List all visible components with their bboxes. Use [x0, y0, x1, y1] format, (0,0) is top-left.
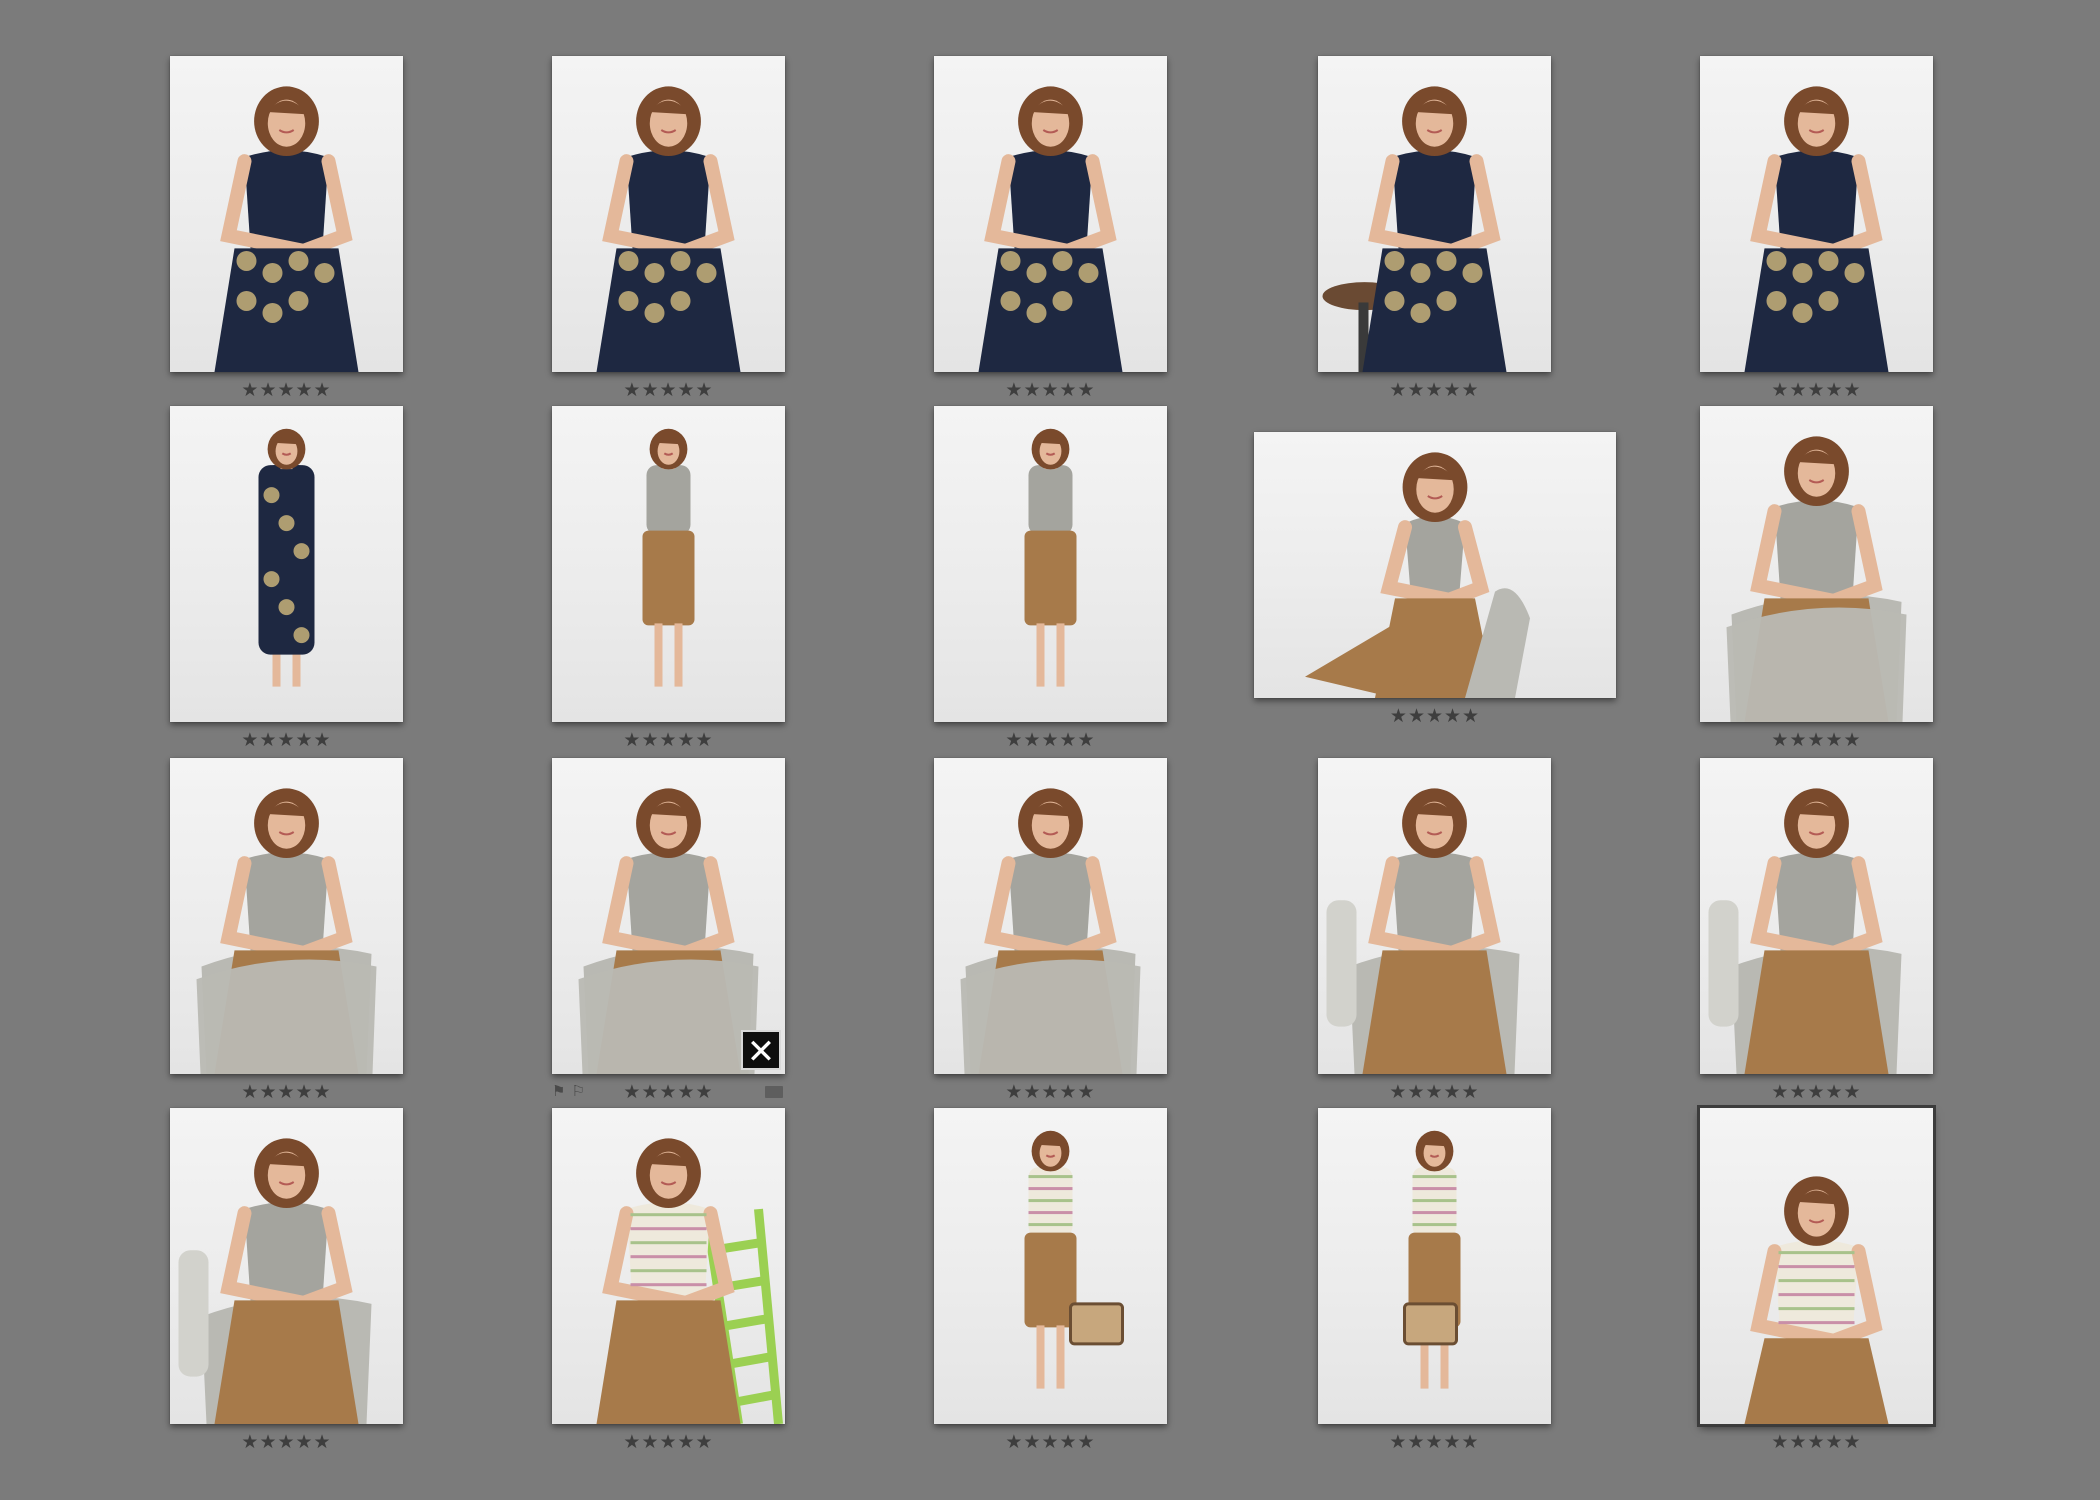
- grid-cell[interactable]: ★★★★★: [1700, 56, 1933, 406]
- grid-cell[interactable]: ★★★★★: [934, 56, 1167, 406]
- photo-thumbnail[interactable]: [1318, 758, 1551, 1074]
- grid-cell[interactable]: ★★★★★: [1318, 758, 1551, 1108]
- star-rating[interactable]: ★★★★★: [170, 1432, 403, 1452]
- photo-image: [1305, 452, 1530, 698]
- photo-thumbnail[interactable]: [170, 1108, 403, 1424]
- photo-thumbnail[interactable]: [1697, 1105, 1936, 1427]
- photo-thumbnail[interactable]: [552, 56, 785, 372]
- grid-cell[interactable]: ★★★★★: [934, 758, 1167, 1108]
- photo-thumbnail[interactable]: [1318, 1108, 1551, 1424]
- photo-image: [1024, 1130, 1124, 1389]
- photo-thumbnail[interactable]: [170, 56, 403, 372]
- photo-thumbnail[interactable]: [552, 1108, 785, 1424]
- grid-cell[interactable]: ★★★★★: [1318, 56, 1551, 406]
- star-rating[interactable]: ★★★★★: [170, 380, 403, 400]
- photo-thumbnail[interactable]: [934, 406, 1167, 722]
- grid-cell[interactable]: ★★★★★: [934, 406, 1167, 756]
- photo-image: [196, 788, 377, 1074]
- grid-cell[interactable]: ★★★★★: [552, 56, 785, 406]
- photo-image: [214, 86, 359, 372]
- photo-image: [1024, 428, 1077, 687]
- photo-image: [596, 1138, 783, 1424]
- photo-thumbnail[interactable]: [934, 1108, 1167, 1424]
- photo-image: [960, 788, 1141, 1074]
- photo-image: [1403, 1130, 1461, 1389]
- star-rating[interactable]: ★★★★★: [1318, 1082, 1551, 1102]
- photo-image: [258, 428, 315, 687]
- star-rating[interactable]: ★★★★★: [1700, 1082, 1933, 1102]
- reject-flag-icon[interactable]: ⚐: [571, 1082, 584, 1100]
- grid-cell[interactable]: ★★★★★: [552, 1108, 785, 1458]
- flag-controls: ⚑ ⚐: [552, 1082, 591, 1100]
- star-rating[interactable]: ★★★★★: [552, 380, 785, 400]
- photo-image: [1744, 1176, 1889, 1424]
- photo-thumbnail[interactable]: [170, 406, 403, 722]
- photo-thumbnail[interactable]: [552, 406, 785, 722]
- star-rating[interactable]: ★★★★★: [1318, 380, 1551, 400]
- grid-cell[interactable]: ★★★★★: [1697, 1105, 1936, 1458]
- photo-thumbnail[interactable]: [170, 758, 403, 1074]
- photo-thumbnail[interactable]: [934, 56, 1167, 372]
- star-rating[interactable]: ★★★★★: [934, 1082, 1167, 1102]
- photo-thumbnail[interactable]: [1700, 758, 1933, 1074]
- grid-cell[interactable]: ★★★★★: [170, 406, 403, 756]
- grid-cell[interactable]: ★★★★★: [170, 758, 403, 1108]
- photo-image: [1326, 788, 1520, 1074]
- grid-cell[interactable]: ★★★★★: [552, 406, 785, 756]
- photo-image: [1726, 436, 1907, 722]
- photo-thumbnail[interactable]: [1318, 56, 1551, 372]
- star-rating[interactable]: ★★★★★: [1700, 380, 1933, 400]
- photo-thumbnail[interactable]: [1254, 432, 1616, 698]
- grid-cell[interactable]: ★★★★★: [1700, 758, 1933, 1108]
- grid-cell[interactable]: ★★★★★: [1318, 1108, 1551, 1458]
- star-rating[interactable]: ★★★★★: [170, 1082, 403, 1102]
- grid-cell[interactable]: ★★★★★: [170, 56, 403, 406]
- star-rating[interactable]: ★★★★★: [1700, 1432, 1933, 1452]
- photo-image: [596, 86, 741, 372]
- grid-cell[interactable]: ★★★★★: [934, 1108, 1167, 1458]
- photo-image: [642, 428, 695, 687]
- photo-thumbnail[interactable]: [934, 758, 1167, 1074]
- photo-image: [178, 1138, 372, 1424]
- star-rating[interactable]: ★★★★★: [552, 730, 785, 750]
- grid-cell[interactable]: ★★★★★: [170, 1108, 403, 1458]
- star-rating[interactable]: ★★★★★: [934, 380, 1167, 400]
- star-rating[interactable]: ★★★★★: [934, 1432, 1167, 1452]
- grid-cell[interactable]: ★★★★★ ⚑ ⚐ ✕: [552, 758, 785, 1108]
- star-rating[interactable]: ★★★★★: [1254, 706, 1616, 726]
- badge-icon[interactable]: [765, 1086, 783, 1098]
- photo-image: [1708, 788, 1902, 1074]
- photo-image: [978, 86, 1123, 372]
- close-icon[interactable]: ✕: [741, 1030, 781, 1072]
- pick-flag-icon[interactable]: ⚑: [552, 1082, 565, 1100]
- photo-grid: ★★★★★ ★★★★★ ★★★★★ ★★★★★ ★★★★★ ★★★★★ ★★★★★ ★★★★★…: [0, 0, 2100, 1500]
- star-rating[interactable]: ★★★★★: [552, 1432, 785, 1452]
- photo-thumbnail[interactable]: [1700, 406, 1933, 722]
- photo-image: [578, 788, 759, 1074]
- photo-image: [1744, 86, 1889, 372]
- photo-image: [1322, 86, 1507, 372]
- grid-cell[interactable]: ★★★★★: [1700, 406, 1933, 756]
- photo-thumbnail[interactable]: [1700, 56, 1933, 372]
- star-rating[interactable]: ★★★★★: [1318, 1432, 1551, 1452]
- grid-cell[interactable]: ★★★★★: [1254, 406, 1616, 756]
- photo-thumbnail[interactable]: [552, 758, 785, 1074]
- star-rating[interactable]: ★★★★★: [934, 730, 1167, 750]
- star-rating[interactable]: ★★★★★: [170, 730, 403, 750]
- star-rating[interactable]: ★★★★★: [1700, 730, 1933, 750]
